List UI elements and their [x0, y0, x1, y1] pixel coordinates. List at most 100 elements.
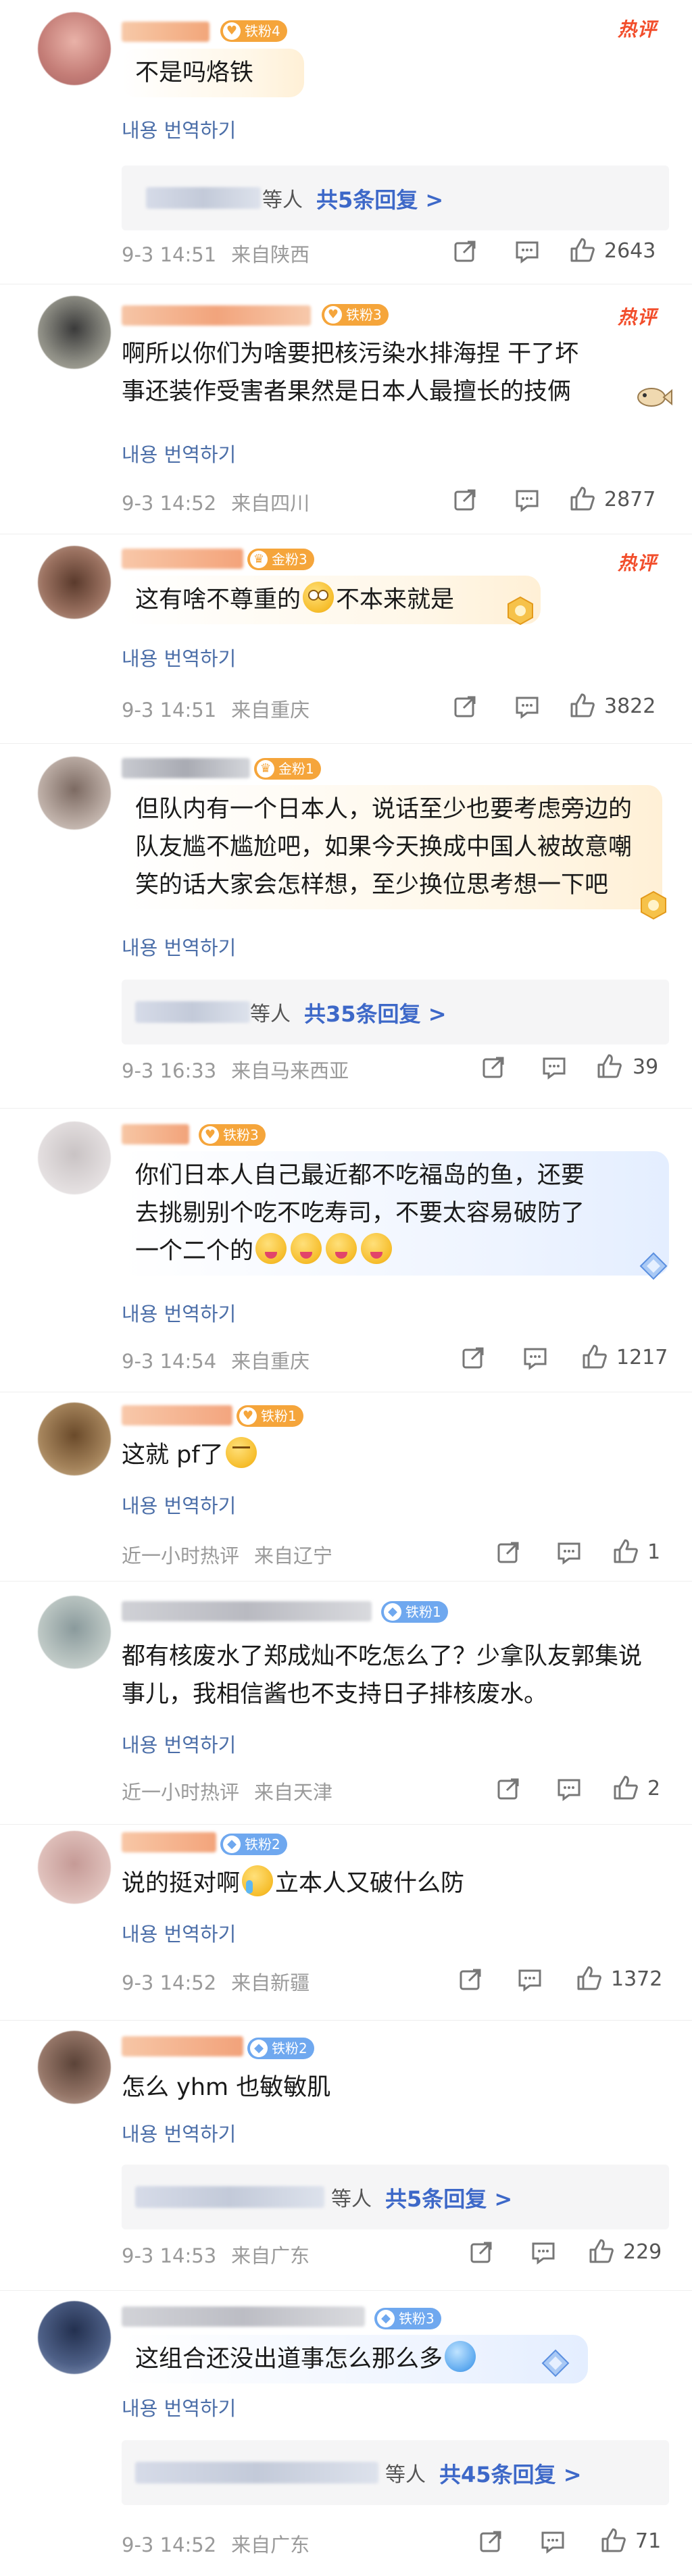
- like-count: 229: [623, 2240, 662, 2264]
- username-blurred[interactable]: [122, 305, 311, 326]
- divider: [0, 1824, 692, 1825]
- username-blurred[interactable]: [122, 2306, 365, 2327]
- diamond-icon: ◆: [384, 1603, 401, 1621]
- divider: [0, 743, 692, 744]
- comment-text: 都有核废水了郑成灿不吃怎么了？少拿队友郭集说 事儿，我相信酱也不支持日子排核废水…: [122, 1643, 643, 1708]
- comment-icon[interactable]: [514, 693, 541, 720]
- comment-text: 说的挺对啊 立本人又破什么防: [122, 1865, 662, 1902]
- fan-badge[interactable]: ♛ 金粉3: [247, 549, 314, 570]
- username-blurred[interactable]: [122, 1405, 232, 1425]
- reply-count-link[interactable]: 共45条回复 >: [439, 2458, 582, 2489]
- translate-link[interactable]: 내용 번역하기: [122, 1729, 236, 1758]
- comment-icon[interactable]: [516, 1966, 543, 1993]
- comment-icon[interactable]: [541, 1054, 568, 1081]
- username-blurred[interactable]: [122, 22, 209, 42]
- fan-badge[interactable]: ◆ 铁粉3: [374, 2308, 441, 2329]
- like-icon[interactable]: [612, 1538, 639, 1565]
- share-icon[interactable]: [457, 1966, 484, 1993]
- avatar[interactable]: [38, 1403, 111, 1475]
- comment-text: 你们日本人自己最近都不吃福岛的鱼，还要 去挑剔别个吃不吃寿司，不要太容易破防了 …: [122, 1151, 669, 1276]
- crying-laugh-emoji-icon: [242, 1865, 274, 1896]
- like-icon[interactable]: [569, 236, 596, 263]
- comment-icon[interactable]: [555, 1775, 583, 1802]
- share-icon[interactable]: [451, 693, 478, 720]
- comment-icon[interactable]: [522, 1344, 549, 1371]
- reply-summary[interactable]: 等人 共5条回复 >: [122, 166, 669, 230]
- like-icon[interactable]: [612, 1774, 639, 1801]
- share-icon[interactable]: [460, 1344, 487, 1371]
- username-blurred[interactable]: [122, 1124, 189, 1144]
- diamond-icon: ◆: [377, 2310, 395, 2327]
- avatar[interactable]: [38, 2301, 111, 2374]
- reply-summary[interactable]: 等人 共45条回复 >: [122, 2440, 669, 2505]
- translate-link[interactable]: 내용 번역하기: [122, 1919, 236, 1947]
- avatar[interactable]: [38, 1831, 111, 1904]
- divider: [0, 2020, 692, 2021]
- fan-badge[interactable]: ◆ 铁粉2: [247, 2038, 314, 2059]
- like-icon[interactable]: [569, 692, 596, 719]
- gold-medal-icon: [508, 596, 533, 626]
- hot-comment-label: 热评: [617, 552, 657, 574]
- avatar[interactable]: [38, 12, 111, 85]
- username-blurred[interactable]: [122, 549, 243, 569]
- comment-icon[interactable]: [514, 486, 541, 513]
- like-count: 3822: [604, 694, 656, 718]
- like-count: 2877: [604, 488, 656, 511]
- reply-count-link[interactable]: 共35条回复 >: [304, 997, 447, 1028]
- share-icon[interactable]: [451, 238, 478, 265]
- fan-badge[interactable]: ♥ 铁粉1: [237, 1405, 303, 1427]
- username-blurred[interactable]: [122, 2036, 243, 2056]
- like-icon[interactable]: [596, 1053, 623, 1080]
- share-icon[interactable]: [451, 486, 478, 513]
- like-icon[interactable]: [600, 2527, 627, 2554]
- like-icon[interactable]: [581, 1343, 608, 1370]
- fan-badge[interactable]: ♥ 铁粉3: [199, 1124, 266, 1146]
- comment-text: 这组合还没出道事怎么那么多: [122, 2335, 588, 2383]
- fan-badge[interactable]: ♥ 铁粉4: [220, 20, 287, 42]
- comment-text: 啊所以你们为啥要把核污染水排海捏 干了坏 事还装作受害者果然是日本人最擅长的技俩: [122, 340, 579, 405]
- translate-link[interactable]: 내용 번역하기: [122, 2393, 236, 2421]
- username-blurred[interactable]: [122, 1601, 372, 1621]
- reply-count-link[interactable]: 共5条回复 >: [316, 183, 443, 214]
- comment-icon[interactable]: [539, 2528, 566, 2555]
- fan-badge[interactable]: ◆ 铁粉2: [220, 1834, 287, 1855]
- translate-link[interactable]: 내용 번역하기: [122, 115, 236, 143]
- username-blurred[interactable]: [122, 1832, 216, 1852]
- avatar[interactable]: [38, 1121, 111, 1194]
- avatar[interactable]: [38, 546, 111, 619]
- reply-summary[interactable]: 等人 共35条回复 >: [122, 980, 669, 1044]
- username-blurred[interactable]: [122, 758, 250, 778]
- translate-link[interactable]: 내용 번역하기: [122, 439, 236, 468]
- like-icon[interactable]: [569, 485, 596, 512]
- translate-link[interactable]: 내용 번역하기: [122, 643, 236, 672]
- translate-link[interactable]: 내용 번역하기: [122, 2119, 236, 2147]
- comment-icon[interactable]: [530, 2239, 557, 2266]
- avatar[interactable]: [38, 757, 111, 830]
- reply-who: 等人: [262, 188, 303, 212]
- share-icon[interactable]: [468, 2239, 495, 2266]
- comment-meta: 9-3 14:52 来自新疆: [122, 1971, 310, 1994]
- fan-badge[interactable]: ♛ 金粉1: [254, 758, 321, 780]
- comment-meta: 9-3 14:51 来自重庆: [122, 699, 310, 722]
- avatar[interactable]: [38, 2031, 111, 2104]
- comment-icon[interactable]: [555, 1539, 583, 1566]
- hot-comment-label: 热评: [617, 306, 657, 328]
- share-icon[interactable]: [477, 2528, 504, 2555]
- avatar[interactable]: [38, 296, 111, 369]
- reply-count-link[interactable]: 共5条回复 >: [385, 2182, 512, 2213]
- translate-link[interactable]: 내용 번역하기: [122, 932, 236, 961]
- fan-badge[interactable]: ◆ 铁粉1: [381, 1601, 448, 1623]
- like-icon[interactable]: [576, 1965, 603, 1992]
- yum-emoji-icon: [255, 1233, 287, 1264]
- blue-diamond-icon: [639, 1252, 668, 1280]
- translate-link[interactable]: 내용 번역하기: [122, 1490, 236, 1519]
- fan-badge[interactable]: ♥ 铁粉3: [322, 304, 389, 326]
- share-icon[interactable]: [480, 1054, 507, 1081]
- translate-link[interactable]: 내용 번역하기: [122, 1298, 236, 1327]
- share-icon[interactable]: [495, 1539, 522, 1566]
- share-icon[interactable]: [495, 1775, 522, 1802]
- reply-summary[interactable]: 等人 共5条回复 >: [122, 2165, 669, 2229]
- comment-icon[interactable]: [514, 238, 541, 265]
- like-icon[interactable]: [588, 2238, 615, 2265]
- avatar[interactable]: [38, 1596, 111, 1669]
